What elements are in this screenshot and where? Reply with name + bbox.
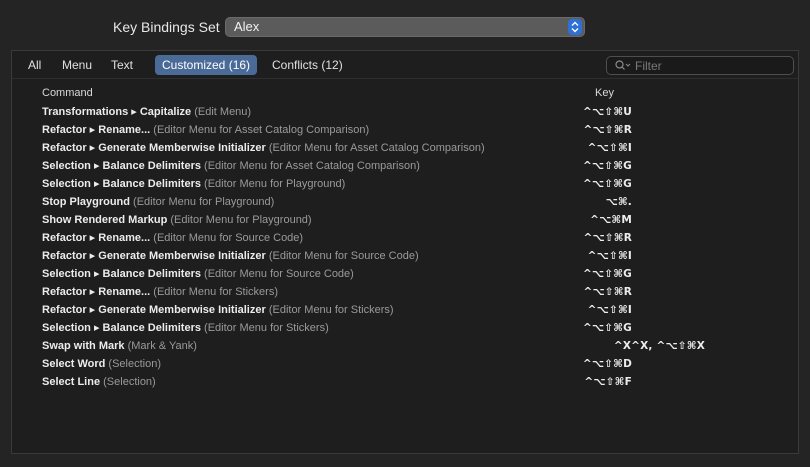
table-row[interactable]: Stop Playground (Editor Menu for Playgro…	[42, 193, 792, 211]
table-row[interactable]: Swap with Mark (Mark & Yank) ^X^X, ^⌥⇧⌘X	[42, 337, 792, 355]
command-context: (Editor Menu for Asset Catalog Compariso…	[200, 160, 420, 172]
table-row[interactable]: Selection ▸ Balance Delimiters (Editor M…	[42, 319, 792, 337]
command-context: (Mark & Yank)	[124, 340, 197, 352]
command-context: (Editor Menu for Stickers)	[150, 286, 278, 298]
command-name: Transformations ▸ Capitalize	[42, 106, 192, 118]
command-name: Select Line	[42, 376, 101, 388]
key-bindings-set-value: Alex	[234, 19, 260, 34]
command-context: (Editor Menu for Source Code)	[200, 268, 354, 280]
command-name: Stop Playground	[42, 196, 130, 208]
command-name: Swap with Mark	[42, 340, 125, 352]
command-name: Select Word	[42, 358, 106, 370]
key-binding[interactable]: ^⌥⇧⌘I	[588, 247, 632, 265]
table-row[interactable]: Select Line (Selection) ^⌥⇧⌘F	[42, 373, 792, 391]
table-row[interactable]: Selection ▸ Balance Delimiters (Editor M…	[42, 265, 792, 283]
command-name: Selection ▸ Balance Delimiters	[42, 322, 201, 334]
table-row[interactable]: Refactor ▸ Rename... (Editor Menu for St…	[42, 283, 792, 301]
command-context: (Editor Menu for Source Code)	[150, 232, 304, 244]
command-context: (Editor Menu for Playground)	[167, 214, 312, 226]
command-context: (Selection)	[105, 358, 162, 370]
filter-field[interactable]	[606, 56, 794, 75]
key-binding[interactable]: ⌥⌘.	[606, 193, 632, 211]
key-binding[interactable]: ^⌥⇧⌘I	[588, 139, 632, 157]
command-context: (Editor Menu for Stickers)	[200, 322, 329, 334]
table-row[interactable]: Selection ▸ Balance Delimiters (Editor M…	[42, 157, 792, 175]
key-binding[interactable]: ^X^X, ^⌥⇧⌘X	[614, 337, 705, 355]
table-row[interactable]: Transformations ▸ Capitalize (Edit Menu)…	[42, 103, 792, 121]
command-context: (Editor Menu for Playground)	[130, 196, 275, 208]
key-binding[interactable]: ^⌥⇧⌘G	[583, 175, 632, 193]
popup-stepper-icon	[568, 19, 582, 35]
key-bindings-set-label: Key Bindings Set	[113, 19, 220, 35]
command-context: (Selection)	[100, 376, 156, 388]
command-context: (Editor Menu for Source Code)	[265, 250, 419, 262]
table-row[interactable]: Refactor ▸ Rename... (Editor Menu for So…	[42, 229, 792, 247]
key-binding[interactable]: ^⌥⇧⌘I	[588, 301, 632, 319]
key-binding[interactable]: ^⌥⇧⌘U	[583, 103, 632, 121]
table-row[interactable]: Show Rendered Markup (Editor Menu for Pl…	[42, 211, 792, 229]
command-name: Show Rendered Markup	[42, 214, 168, 226]
table-row[interactable]: Refactor ▸ Generate Memberwise Initializ…	[42, 139, 792, 157]
command-name: Selection ▸ Balance Delimiters	[42, 160, 201, 172]
command-name: Refactor ▸ Rename...	[42, 232, 151, 244]
scope-bar: All Menu Text Customized (16) Conflicts …	[12, 51, 798, 79]
tab-conflicts[interactable]: Conflicts (12)	[265, 55, 350, 75]
key-binding[interactable]: ^⌥⇧⌘F	[584, 373, 632, 391]
key-binding[interactable]: ^⌥⇧⌘R	[583, 283, 632, 301]
command-name: Selection ▸ Balance Delimiters	[42, 178, 201, 190]
key-binding[interactable]: ^⌥⇧⌘G	[583, 157, 632, 175]
command-name: Refactor ▸ Rename...	[42, 286, 151, 298]
search-icon	[615, 60, 631, 70]
key-bindings-panel: All Menu Text Customized (16) Conflicts …	[11, 50, 799, 454]
command-column-header[interactable]: Command	[42, 87, 93, 99]
key-binding[interactable]: ^⌥⇧⌘G	[583, 265, 632, 283]
command-name: Selection ▸ Balance Delimiters	[42, 268, 201, 280]
table-row[interactable]: Refactor ▸ Generate Memberwise Initializ…	[42, 247, 792, 265]
command-context: (Edit Menu)	[191, 106, 252, 118]
bindings-table: Transformations ▸ Capitalize (Edit Menu)…	[42, 103, 792, 391]
tab-menu[interactable]: Menu	[55, 55, 99, 75]
filter-input[interactable]	[635, 57, 785, 74]
table-row[interactable]: Refactor ▸ Generate Memberwise Initializ…	[42, 301, 792, 319]
command-name: Refactor ▸ Generate Memberwise Initializ…	[42, 304, 266, 316]
table-row[interactable]: Refactor ▸ Rename... (Editor Menu for As…	[42, 121, 792, 139]
tab-customized[interactable]: Customized (16)	[155, 55, 258, 75]
table-row[interactable]: Selection ▸ Balance Delimiters (Editor M…	[42, 175, 792, 193]
key-binding[interactable]: ^⌥⇧⌘R	[583, 229, 632, 247]
key-binding[interactable]: ^⌥⇧⌘G	[583, 319, 632, 337]
command-context: (Editor Menu for Stickers)	[265, 304, 394, 316]
key-binding[interactable]: ^⌥⌘M	[590, 211, 632, 229]
key-bindings-header: Key Bindings Set Alex	[0, 0, 810, 50]
key-binding[interactable]: ^⌥⇧⌘D	[583, 355, 632, 373]
key-binding[interactable]: ^⌥⇧⌘R	[583, 121, 632, 139]
command-name: Refactor ▸ Generate Memberwise Initializ…	[42, 250, 266, 262]
command-context: (Editor Menu for Asset Catalog Compariso…	[150, 124, 370, 136]
tab-text[interactable]: Text	[104, 55, 140, 75]
table-row[interactable]: Select Word (Selection) ^⌥⇧⌘D	[42, 355, 792, 373]
command-name: Refactor ▸ Rename...	[42, 124, 151, 136]
command-context: (Editor Menu for Playground)	[200, 178, 346, 190]
key-bindings-set-popup[interactable]: Alex	[225, 17, 585, 37]
tab-all[interactable]: All	[21, 55, 48, 75]
key-column-header[interactable]: Key	[595, 87, 614, 99]
command-context: (Editor Menu for Asset Catalog Compariso…	[265, 142, 485, 154]
command-name: Refactor ▸ Generate Memberwise Initializ…	[42, 142, 266, 154]
